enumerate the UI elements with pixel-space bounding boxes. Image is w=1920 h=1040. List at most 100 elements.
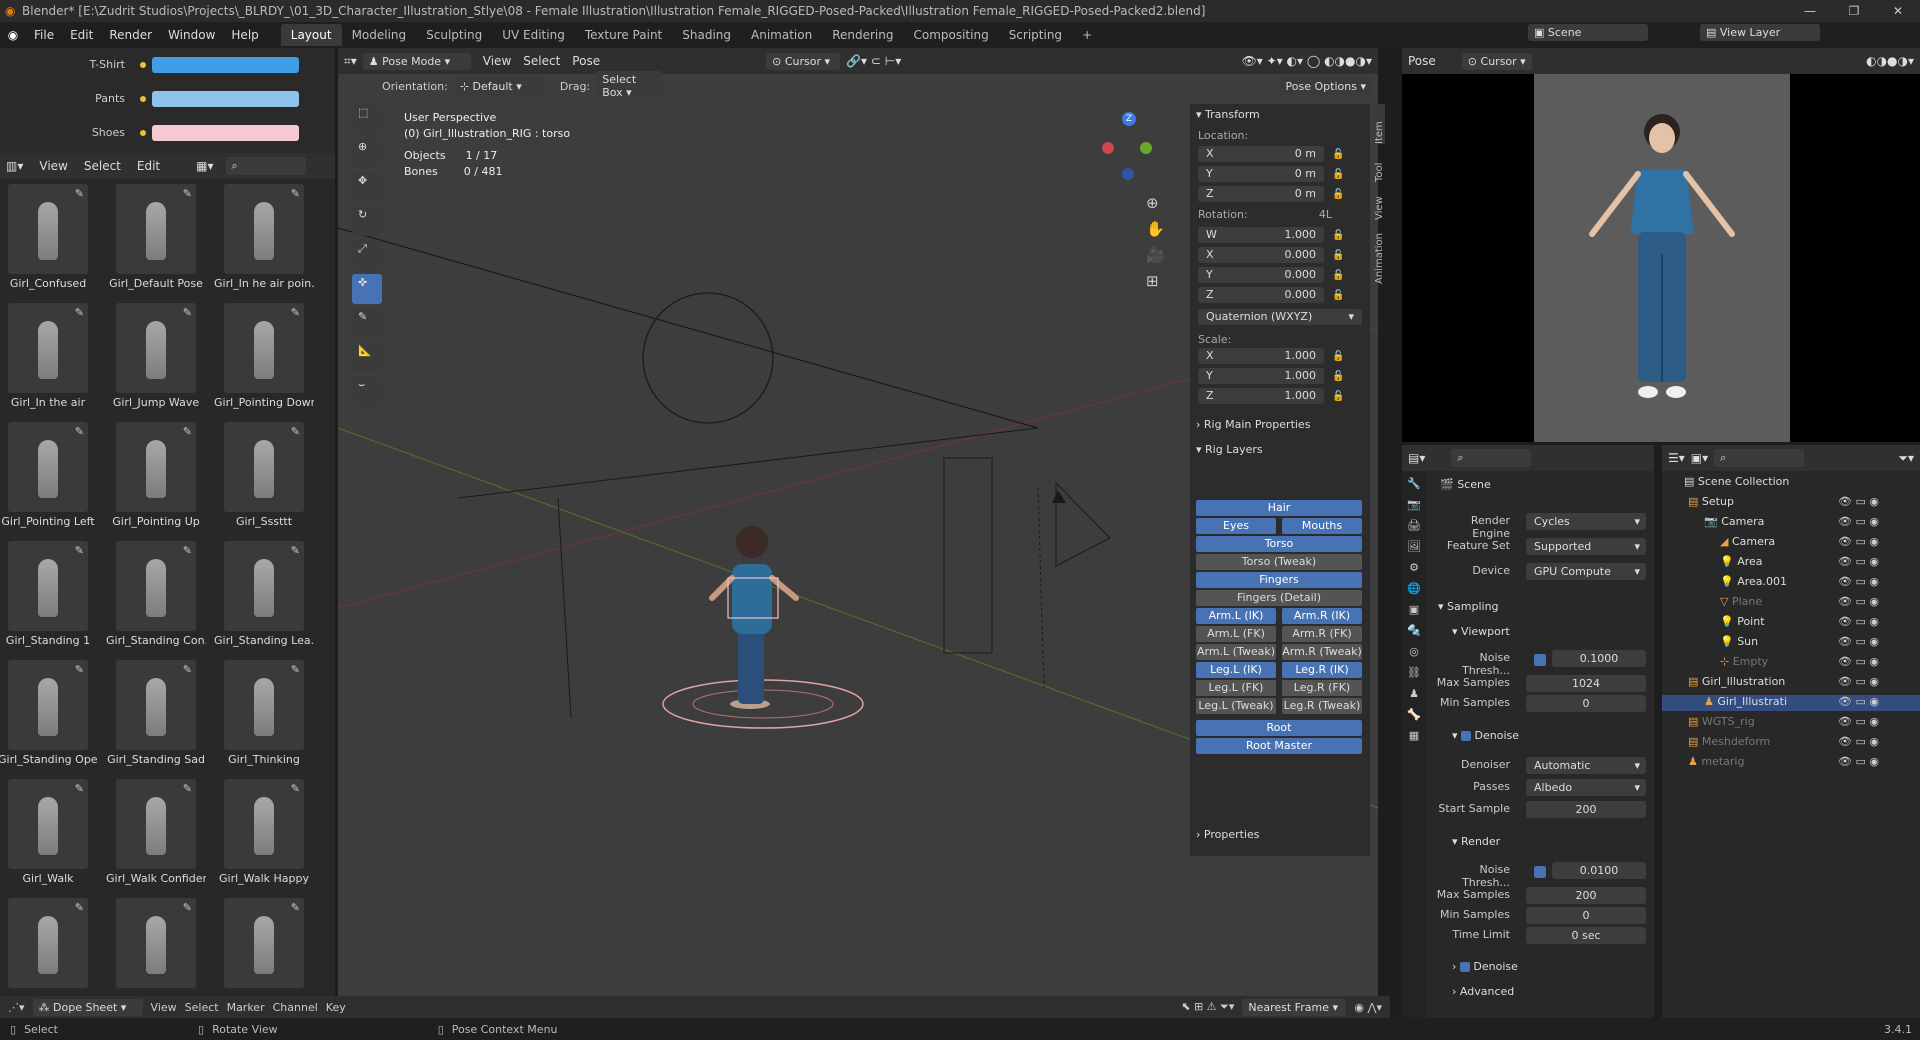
rig-layer-button[interactable]: Root Master (1196, 738, 1362, 754)
render-noise-checkbox[interactable] (1534, 866, 1546, 878)
rig-layer-button[interactable]: Arm.L (FK) (1196, 626, 1276, 642)
neg-z-axis-icon[interactable] (1122, 168, 1134, 180)
visibility-eye-icon[interactable]: 👁 ▭ ◉ (1838, 595, 1879, 608)
texture-tab-icon[interactable]: ▦ (1409, 729, 1419, 742)
camera-view-icon[interactable]: 🎥 (1146, 246, 1165, 264)
outliner-row[interactable]: ⊹ Empty 👁 ▭ ◉ (1662, 655, 1879, 671)
maximize-button[interactable]: ❐ (1832, 0, 1876, 22)
scene-tab-icon[interactable]: ⚙ (1409, 561, 1419, 574)
edit-pose-icon[interactable]: ✎ (291, 901, 300, 914)
rig-layer-button[interactable]: Mouths (1282, 518, 1362, 534)
camera-preview-viewport[interactable]: Pose ⊙ Cursor ▾ ◐◑●◑▾ (1402, 48, 1920, 442)
select-menu[interactable]: Select (523, 54, 560, 68)
visibility-eye-icon[interactable]: 👁 ▭ ◉ (1838, 555, 1879, 568)
rig-layer-button[interactable]: Eyes (1196, 518, 1276, 534)
time-limit-field[interactable]: 0 sec (1526, 927, 1646, 944)
view-layer-tab-icon[interactable]: 🖼 (1407, 540, 1421, 553)
scene-selector[interactable]: ▣ Scene (1528, 24, 1648, 41)
advanced-section-header[interactable]: › Advanced (1452, 985, 1514, 1003)
menu-window[interactable]: Window (160, 28, 223, 42)
only-selected-icon[interactable]: ⬉ ⊞ ⚠ ⏷▾ (1181, 1000, 1234, 1014)
pose-thumbnail[interactable]: ✎ (116, 303, 196, 393)
outliner-row[interactable]: 💡 Sun 👁 ▭ ◉ (1662, 635, 1879, 651)
cursor-tool-icon[interactable]: ⊕ (352, 138, 382, 168)
pose-thumbnail[interactable]: ✎ (116, 779, 196, 869)
pivot-cursor-selector[interactable]: ⊙ Cursor ▾ (766, 52, 841, 70)
rig-layer-button[interactable]: Leg.L (IK) (1196, 662, 1276, 678)
world-tab-icon[interactable]: 🌐 (1407, 582, 1421, 595)
visibility-eye-icon[interactable]: 👁 ▭ ◉ (1838, 635, 1879, 648)
tab-animation-side[interactable]: Animation (1374, 224, 1385, 284)
render-min-samples-field[interactable]: 0 (1526, 907, 1646, 924)
edit-pose-icon[interactable]: ✎ (75, 187, 84, 200)
rig-layer-button[interactable]: Hair (1196, 500, 1362, 516)
transform-section-header[interactable]: ▾ Transform (1190, 104, 1370, 125)
outliner-row[interactable]: ▽ Plane 👁 ▭ ◉ (1662, 595, 1879, 611)
viewport-noise-field[interactable]: 0.1000 (1552, 650, 1646, 667)
preview-shading-icon[interactable]: ◐◑●◑▾ (1866, 54, 1914, 68)
pose-thumbnail[interactable]: ✎ (8, 303, 88, 393)
render-subsection-header[interactable]: ▾ Render (1452, 835, 1500, 853)
outliner-row[interactable]: ▤ Girl_Illustration 👁 ▭ ◉ (1662, 675, 1879, 691)
y-axis-icon[interactable] (1140, 142, 1152, 154)
tab-compositing[interactable]: Compositing (903, 24, 998, 46)
pose-select-menu[interactable]: Select (84, 159, 121, 173)
ortho-grid-icon[interactable]: ⊞ (1146, 272, 1165, 290)
location-field[interactable]: X0 m (1198, 146, 1324, 162)
render-engine-selector[interactable]: Cycles ▾ (1526, 513, 1646, 530)
constraint-tab-icon[interactable]: ⛓ (1407, 666, 1421, 679)
lock-icon[interactable]: 🔓 (1332, 189, 1344, 200)
rig-layer-button[interactable]: Arm.R (FK) (1282, 626, 1362, 642)
viewport-min-samples-field[interactable]: 0 (1526, 695, 1646, 712)
dopesheet-select-menu[interactable]: Select (185, 1001, 219, 1014)
visibility-eye-icon[interactable]: 👁 ▭ ◉ (1838, 575, 1879, 588)
edit-pose-icon[interactable]: ✎ (291, 544, 300, 557)
rig-layer-button[interactable]: Fingers (1196, 572, 1362, 588)
properties-search-input[interactable]: ⌕ (1451, 449, 1532, 467)
preview-pose-menu[interactable]: Pose (1408, 54, 1436, 68)
edit-pose-icon[interactable]: ✎ (75, 782, 84, 795)
rotate-tool-icon[interactable]: ↻ (352, 206, 382, 236)
snap-mode-selector[interactable]: Nearest Frame ▾ (1242, 998, 1347, 1016)
tab-animation[interactable]: Animation (741, 24, 822, 46)
pose-thumbnail[interactable]: ✎ (8, 541, 88, 631)
proportional-edit-icon[interactable]: ◉ ⋀▾ (1354, 1001, 1382, 1014)
outliner-row[interactable]: 💡 Area 👁 ▭ ◉ (1662, 555, 1879, 571)
rotation-mode-selector[interactable]: Quaternion (WXYZ) ▾ (1198, 309, 1362, 325)
outliner-row[interactable]: ▤ WGTS_rig 👁 ▭ ◉ (1662, 715, 1879, 731)
rig-layer-button[interactable]: Leg.L (Tweak) (1196, 698, 1276, 714)
lock-icon[interactable]: 🔓 (1332, 149, 1344, 160)
scale-tool-icon[interactable]: ⤢ (352, 240, 382, 270)
drag-selector[interactable]: Select Box ▾ (596, 71, 663, 101)
edit-pose-icon[interactable]: ✎ (75, 901, 84, 914)
visibility-eye-icon[interactable]: 👁 ▭ ◉ (1838, 655, 1879, 668)
edit-pose-icon[interactable]: ✎ (291, 306, 300, 319)
viewport-denoise-header[interactable]: ▾ Denoise (1452, 729, 1519, 747)
edit-pose-icon[interactable]: ✎ (183, 306, 192, 319)
lock-icon[interactable]: 🔓 (1332, 169, 1344, 180)
tab-tool[interactable]: Tool (1374, 148, 1385, 182)
edit-pose-icon[interactable]: ✎ (75, 306, 84, 319)
tab-modeling[interactable]: Modeling (342, 24, 417, 46)
editor-type-icon[interactable]: ⌗▾ (344, 54, 357, 69)
edit-pose-icon[interactable]: ✎ (75, 544, 84, 557)
outliner-row[interactable]: 💡 Area.001 👁 ▭ ◉ (1662, 575, 1879, 591)
dopesheet-mode-selector[interactable]: ⁂ Dope Sheet ▾ (32, 998, 143, 1016)
outliner-search-input[interactable]: ⌕ (1714, 449, 1805, 467)
data-tab-icon[interactable]: ♟ (1409, 687, 1419, 700)
view-menu[interactable]: View (483, 54, 511, 68)
lock-icon[interactable]: 🔓 (1332, 290, 1344, 301)
modifier-tab-icon[interactable]: 🔩 (1407, 624, 1421, 637)
rig-main-section-header[interactable]: › Rig Main Properties (1190, 404, 1370, 435)
rig-layer-button[interactable]: Leg.R (Tweak) (1282, 698, 1362, 714)
edit-pose-icon[interactable]: ✎ (183, 187, 192, 200)
viewport-max-samples-field[interactable]: 1024 (1526, 675, 1646, 692)
rotation-field[interactable]: Y 0.000 (1198, 267, 1324, 283)
mode-selector[interactable]: ♟ Pose Mode ▾ (362, 52, 471, 70)
scale-field[interactable]: Y 1.000 (1198, 368, 1324, 384)
render-denoise-header[interactable]: › Denoise (1452, 960, 1518, 978)
tab-uv-editing[interactable]: UV Editing (492, 24, 575, 46)
pose-thumbnail[interactable]: ✎ (224, 303, 304, 393)
tool-tab-icon[interactable]: 🔧 (1407, 477, 1421, 490)
z-axis-icon[interactable]: Z (1122, 112, 1136, 126)
